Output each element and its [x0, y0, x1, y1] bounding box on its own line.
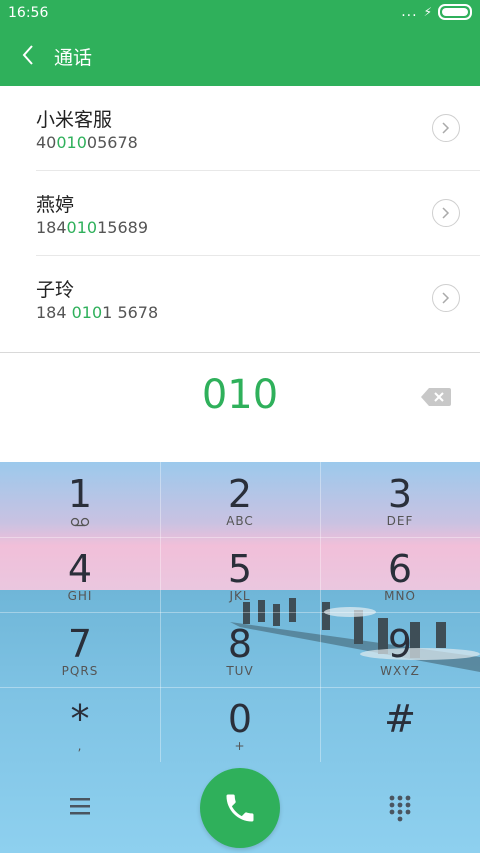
- contact-suggestion-list: 小米客服 4001005678 燕婷 18401015689 子玲 184 01…: [0, 86, 480, 340]
- key-digit: 6: [387, 547, 413, 591]
- contact-detail-button[interactable]: [432, 284, 460, 312]
- backspace-icon: [421, 388, 451, 406]
- key-digit: 8: [227, 622, 253, 666]
- key-1[interactable]: 1: [0, 462, 160, 537]
- contact-number: 184 0101 5678: [36, 303, 159, 322]
- contact-detail-button[interactable]: [432, 114, 460, 142]
- charging-icon: ⚡: [423, 5, 432, 19]
- key-letters: DEF: [386, 514, 414, 528]
- key-digit: 0: [227, 697, 253, 741]
- key-7[interactable]: 7 PQRS: [0, 612, 160, 687]
- key-4[interactable]: 4 GHI: [0, 537, 160, 612]
- key-8[interactable]: 8 TUV: [160, 612, 320, 687]
- status-icons: ... ⚡: [401, 4, 472, 20]
- key-star[interactable]: * ,: [0, 687, 160, 762]
- contact-name: 小米客服: [36, 109, 113, 131]
- menu-icon: [70, 798, 90, 815]
- key-hash[interactable]: #: [320, 687, 480, 762]
- key-letters: MNO: [384, 589, 416, 603]
- key-5[interactable]: 5 JKL: [160, 537, 320, 612]
- key-digit: 7: [67, 622, 93, 666]
- menu-button[interactable]: [68, 796, 92, 820]
- contact-name: 燕婷: [36, 194, 75, 216]
- dialpad: 1 2 ABC 3 DEF 4 GHI 5 JKL 6 MNO 7 PQRS 8…: [0, 462, 480, 853]
- key-digit: #: [384, 697, 416, 741]
- contact-number: 18401015689: [36, 218, 148, 237]
- app-header: 通话: [0, 28, 480, 86]
- key-digit: 2: [227, 472, 253, 516]
- divider: [0, 352, 480, 353]
- key-digit: 9: [387, 622, 413, 666]
- key-digit: 4: [67, 547, 93, 591]
- key-digit: 5: [227, 547, 253, 591]
- key-9[interactable]: 9 WXYZ: [320, 612, 480, 687]
- contact-row[interactable]: 小米客服 4001005678: [36, 86, 480, 171]
- key-letters: ABC: [226, 514, 254, 528]
- key-digit: *: [70, 697, 90, 741]
- key-2[interactable]: 2 ABC: [160, 462, 320, 537]
- battery-icon: [438, 4, 472, 20]
- key-6[interactable]: 6 MNO: [320, 537, 480, 612]
- key-letters: ,: [77, 739, 83, 753]
- page-title: 通话: [54, 47, 93, 69]
- key-3[interactable]: 3 DEF: [320, 462, 480, 537]
- chevron-right-icon: [442, 207, 450, 219]
- contact-number: 4001005678: [36, 133, 138, 152]
- key-letters: TUV: [226, 664, 254, 678]
- key-letters: WXYZ: [380, 664, 420, 678]
- key-letters: PQRS: [61, 664, 99, 678]
- key-digit: 1: [67, 472, 93, 516]
- key-letters: JKL: [229, 589, 251, 603]
- status-time: 16:56: [8, 5, 49, 21]
- contact-row[interactable]: 燕婷 18401015689: [36, 171, 480, 256]
- status-bar: 16:56 ... ⚡: [0, 0, 480, 28]
- key-digit: 3: [387, 472, 413, 516]
- phone-icon: [226, 794, 254, 822]
- chevron-right-icon: [442, 122, 450, 134]
- chevron-right-icon: [442, 292, 450, 304]
- dialpad-icon: [389, 795, 411, 822]
- call-button[interactable]: [200, 768, 280, 848]
- contact-detail-button[interactable]: [432, 199, 460, 227]
- key-0[interactable]: 0 +: [160, 687, 320, 762]
- dialpad-toggle-button[interactable]: [388, 794, 412, 826]
- chevron-left-icon: [22, 45, 33, 65]
- more-status-icon: ...: [401, 4, 418, 20]
- key-letters: GHI: [67, 589, 93, 603]
- back-button[interactable]: [18, 42, 40, 68]
- key-letters: +: [234, 739, 246, 753]
- dialed-number: 010: [201, 372, 279, 418]
- backspace-button[interactable]: [420, 386, 452, 408]
- contact-name: 子玲: [36, 279, 75, 301]
- contact-row[interactable]: 子玲 184 0101 5678: [36, 256, 480, 340]
- voicemail-icon: [70, 517, 90, 527]
